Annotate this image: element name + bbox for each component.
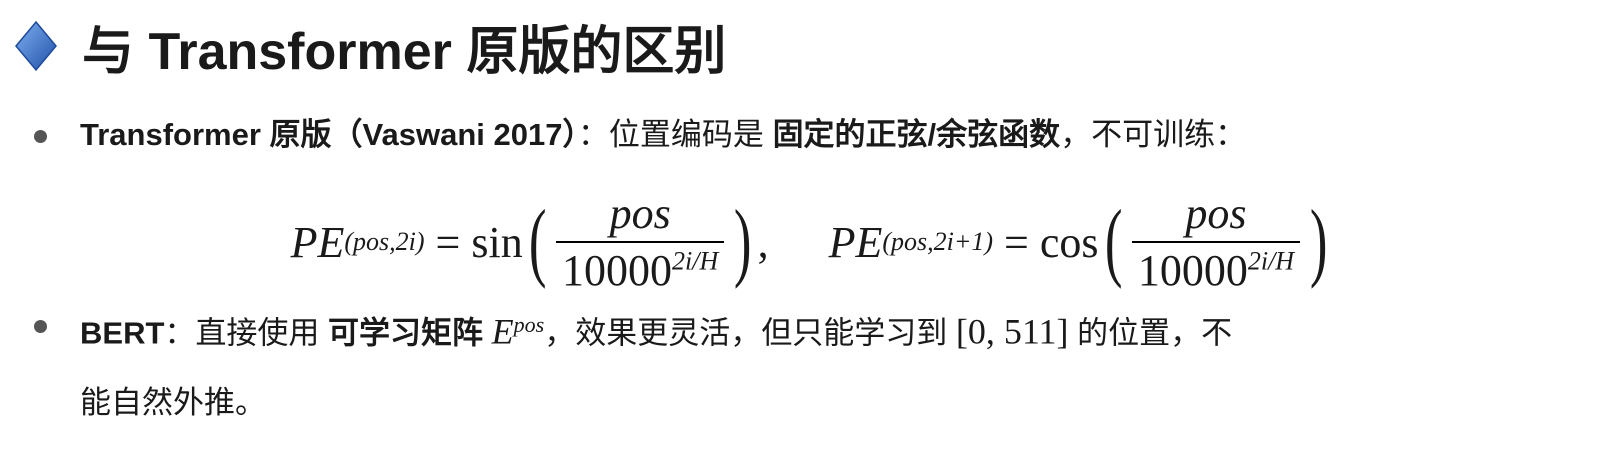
math-eq: = [435, 217, 461, 267]
heading-text: 与 Transformer 原版的区别 [82, 22, 727, 81]
text: ：位置编码是 [577, 117, 773, 152]
list-item-transformer: Transformer 原版（Vaswani 2017）：位置编码是 固定的正弦… [34, 100, 1560, 170]
denominator: 100002i/H [556, 241, 725, 296]
math-range: [0, 511] [955, 311, 1069, 352]
positional-encoding-formula: PE (pos,2i) = sin ( pos 100002i/H ), PE (po… [290, 189, 1328, 295]
den-exp: 2i/H [1247, 246, 1295, 276]
section-heading: 与 Transformer 原版的区别 [8, 10, 726, 82]
den-exp: 2i/H [672, 246, 719, 276]
math-symbol: PE [290, 217, 345, 267]
bullet-dot [34, 130, 47, 143]
bold-lead: Transformer 原版（Vaswani 2017） [80, 117, 578, 152]
math-matrix: E [491, 311, 514, 352]
math-subscript: (pos,2i+1) [882, 227, 994, 256]
text: 的位置，不 [1068, 315, 1233, 351]
math-sup: pos [513, 312, 545, 337]
math-symbol: PE [828, 217, 883, 267]
fraction: pos 100002i/H [1131, 188, 1301, 296]
numerator: pos [1185, 189, 1247, 238]
math-comma: , [757, 217, 769, 267]
denominator: 100002i/H [1131, 241, 1301, 296]
bullet-dot [34, 320, 47, 333]
den-base: 10000 [1137, 246, 1248, 295]
bold-text: 固定的正弦/余弦函数 [772, 117, 1061, 152]
math-fn: sin [471, 217, 523, 267]
fraction: pos 100002i/H [556, 188, 725, 296]
text: 能自然外推。 [80, 385, 266, 421]
blue-diamond-icon [15, 20, 57, 72]
math-fn: cos [1039, 217, 1099, 267]
den-base: 10000 [562, 246, 673, 295]
math-eq: = [1004, 217, 1029, 267]
math-subscript: (pos,2i) [344, 227, 425, 256]
text: ，效果更灵活，但只能学习到 [544, 315, 956, 351]
text: ：直接使用 [164, 315, 329, 351]
numerator: pos [609, 189, 671, 238]
list-item-bert: BERT：直接使用 可学习矩阵 Epos，效果更灵活，但只能学习到 [0, 51… [34, 290, 1560, 438]
text: ，不可训练： [1060, 117, 1247, 152]
bold-text: 可学习矩阵 [328, 315, 492, 351]
bold-lead: BERT [80, 315, 165, 351]
